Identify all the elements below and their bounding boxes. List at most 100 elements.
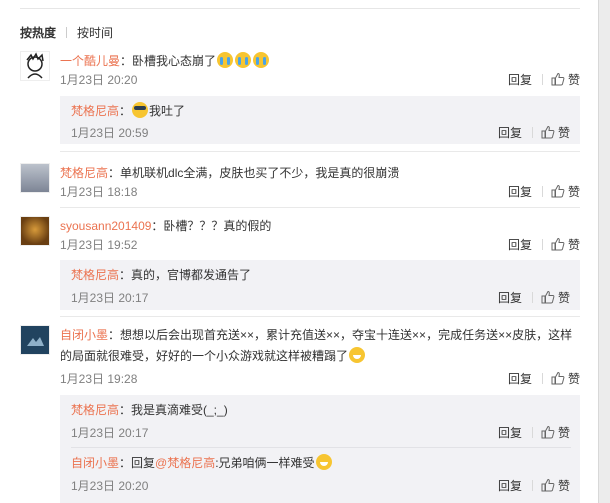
thumbs-up-icon bbox=[551, 237, 565, 251]
avatar[interactable] bbox=[20, 163, 50, 193]
comment-time: 1月23日 18:18 bbox=[60, 185, 138, 199]
comment-divider bbox=[60, 207, 580, 208]
comment-divider bbox=[60, 151, 580, 152]
comment-time: 1月23日 19:52 bbox=[60, 238, 138, 252]
like-button[interactable]: 赞 bbox=[551, 72, 580, 88]
like-label: 赞 bbox=[567, 238, 580, 252]
reply-item: 梵格尼高：真的，官博都发通告了 1月23日 20:17 回复 赞 bbox=[60, 260, 580, 310]
comment-username[interactable]: 梵格尼高 bbox=[60, 166, 108, 180]
comment-content: ：单机联机dlc全满，皮肤也买了不少，我是真的很崩溃 bbox=[108, 166, 400, 180]
reply-colon: ： bbox=[119, 104, 132, 118]
sort-by-time[interactable]: 按时间 bbox=[77, 26, 113, 40]
mention-link[interactable]: @梵格尼高 bbox=[155, 456, 215, 470]
scrollbar[interactable] bbox=[598, 0, 610, 503]
reply-button[interactable]: 回复 bbox=[508, 237, 532, 253]
comment-content: ：想想以后会出现首充送××，累计充值送××，夺宝十连送××，完成任务送××皮肤，… bbox=[60, 328, 573, 363]
comment-text: 梵格尼高：单机联机dlc全满，皮肤也买了不少，我是真的很崩溃 bbox=[60, 163, 580, 184]
reply-button[interactable]: 回复 bbox=[508, 371, 532, 387]
reply-text: 自闭小墨：回复@梵格尼高:兄弟咱俩一样难受 bbox=[71, 453, 571, 474]
like-label: 赞 bbox=[567, 372, 580, 386]
reply-content: ：我是真滴难受(_;_) bbox=[119, 403, 228, 417]
reply-button[interactable]: 回复 bbox=[508, 72, 532, 88]
comment-content: ：卧槽？？？真的假的 bbox=[151, 219, 272, 233]
comment-username[interactable]: 一个酷儿曼 bbox=[60, 54, 120, 68]
comment-text: 自闭小墨：想想以后会出现首充送××，累计充值送××，夺宝十连送××，完成任务送×… bbox=[60, 325, 580, 367]
cry-emoji bbox=[235, 52, 252, 68]
comment-divider bbox=[60, 316, 580, 317]
sort-separator bbox=[66, 27, 68, 38]
reply-actions: 回复 赞 bbox=[498, 478, 570, 494]
cry-emoji bbox=[253, 52, 270, 68]
like-label: 赞 bbox=[567, 73, 580, 87]
reply-button[interactable]: 回复 bbox=[498, 290, 522, 306]
reply-time: 1月23日 20:17 bbox=[71, 426, 149, 440]
reply-button[interactable]: 回复 bbox=[498, 425, 522, 441]
reply-button[interactable]: 回复 bbox=[498, 125, 522, 141]
comment-username[interactable]: 自闭小墨 bbox=[60, 328, 108, 342]
reply-prefix: ：回复 bbox=[119, 456, 156, 470]
reply-text: 梵格尼高： 我吐了 bbox=[71, 101, 571, 122]
like-button[interactable]: 赞 bbox=[541, 290, 570, 306]
reply-content: :兄弟咱俩一样难受 bbox=[215, 456, 315, 470]
action-separator bbox=[531, 427, 533, 438]
comment-actions: 回复 赞 bbox=[508, 184, 580, 200]
thumbs-up-icon bbox=[541, 478, 555, 492]
vomit-emoji bbox=[132, 102, 149, 118]
comment-text: syousann201409：卧槽？？？真的假的 bbox=[60, 216, 580, 237]
reply-text: 梵格尼高：真的，官博都发通告了 bbox=[71, 265, 571, 286]
like-label: 赞 bbox=[557, 291, 570, 305]
reply-username[interactable]: 自闭小墨 bbox=[71, 456, 119, 470]
thumbs-up-icon bbox=[551, 371, 565, 385]
comment-actions: 回复 赞 bbox=[508, 237, 580, 253]
comment-actions: 回复 赞 bbox=[508, 371, 580, 387]
cry-emoji bbox=[217, 52, 234, 68]
like-button[interactable]: 赞 bbox=[541, 125, 570, 141]
like-label: 赞 bbox=[567, 185, 580, 199]
comment-item: 自闭小墨：想想以后会出现首充送××，累计充值送××，夺宝十连送××，完成任务送×… bbox=[20, 325, 580, 390]
sort-by-hot[interactable]: 按热度 bbox=[20, 26, 56, 40]
action-separator bbox=[531, 292, 533, 303]
reply-username[interactable]: 梵格尼高 bbox=[71, 403, 119, 417]
thumbs-up-icon bbox=[541, 290, 555, 304]
avatar[interactable] bbox=[20, 325, 50, 355]
comment-username[interactable]: syousann201409 bbox=[60, 219, 151, 233]
reply-divider bbox=[71, 447, 571, 448]
reply-button[interactable]: 回复 bbox=[498, 478, 522, 494]
top-divider bbox=[20, 8, 580, 9]
action-separator bbox=[541, 74, 543, 85]
like-button[interactable]: 赞 bbox=[541, 478, 570, 494]
reply-button[interactable]: 回复 bbox=[508, 184, 532, 200]
reply-time: 1月23日 20:20 bbox=[71, 479, 149, 493]
action-separator bbox=[541, 373, 543, 384]
reply-list: 梵格尼高：我是真滴难受(_;_) 1月23日 20:17 回复赞 自闭小墨：回复… bbox=[60, 395, 580, 503]
reply-content: ：真的，官博都发通告了 bbox=[119, 268, 252, 282]
action-separator bbox=[531, 480, 533, 491]
avatar[interactable] bbox=[20, 216, 50, 246]
comment-time: 1月23日 20:20 bbox=[60, 73, 138, 87]
reply-item: 梵格尼高： 我吐了 1月23日 20:59 回复 赞 bbox=[60, 96, 580, 144]
action-separator bbox=[531, 127, 533, 138]
tongue-emoji bbox=[315, 454, 332, 470]
reply-actions: 回复 赞 bbox=[498, 290, 570, 306]
like-button[interactable]: 赞 bbox=[541, 425, 570, 441]
comment-time: 1月23日 19:28 bbox=[60, 372, 138, 386]
like-button[interactable]: 赞 bbox=[551, 184, 580, 200]
action-separator bbox=[541, 186, 543, 197]
like-button[interactable]: 赞 bbox=[551, 371, 580, 387]
reply-time: 1月23日 20:59 bbox=[71, 126, 149, 140]
like-button[interactable]: 赞 bbox=[551, 237, 580, 253]
comment-item: syousann201409：卧槽？？？真的假的 1月23日 19:52 回复 赞 bbox=[20, 216, 580, 256]
comment-content: ：卧槽我心态崩了 bbox=[120, 54, 217, 68]
action-separator bbox=[541, 239, 543, 250]
reply-time: 1月23日 20:17 bbox=[71, 291, 149, 305]
reply-actions: 回复 赞 bbox=[498, 125, 570, 141]
reply-text: 梵格尼高：我是真滴难受(_;_) bbox=[71, 400, 571, 421]
thumbs-up-icon bbox=[541, 125, 555, 139]
reply-username[interactable]: 梵格尼高 bbox=[71, 268, 119, 282]
reply-username[interactable]: 梵格尼高 bbox=[71, 104, 119, 118]
avatar[interactable] bbox=[20, 51, 50, 81]
grin-sweat-emoji bbox=[349, 347, 366, 363]
thumbs-up-icon bbox=[551, 72, 565, 86]
comment-text: 一个酷儿曼：卧槽我心态崩了 bbox=[60, 51, 580, 72]
thumbs-up-icon bbox=[551, 184, 565, 198]
